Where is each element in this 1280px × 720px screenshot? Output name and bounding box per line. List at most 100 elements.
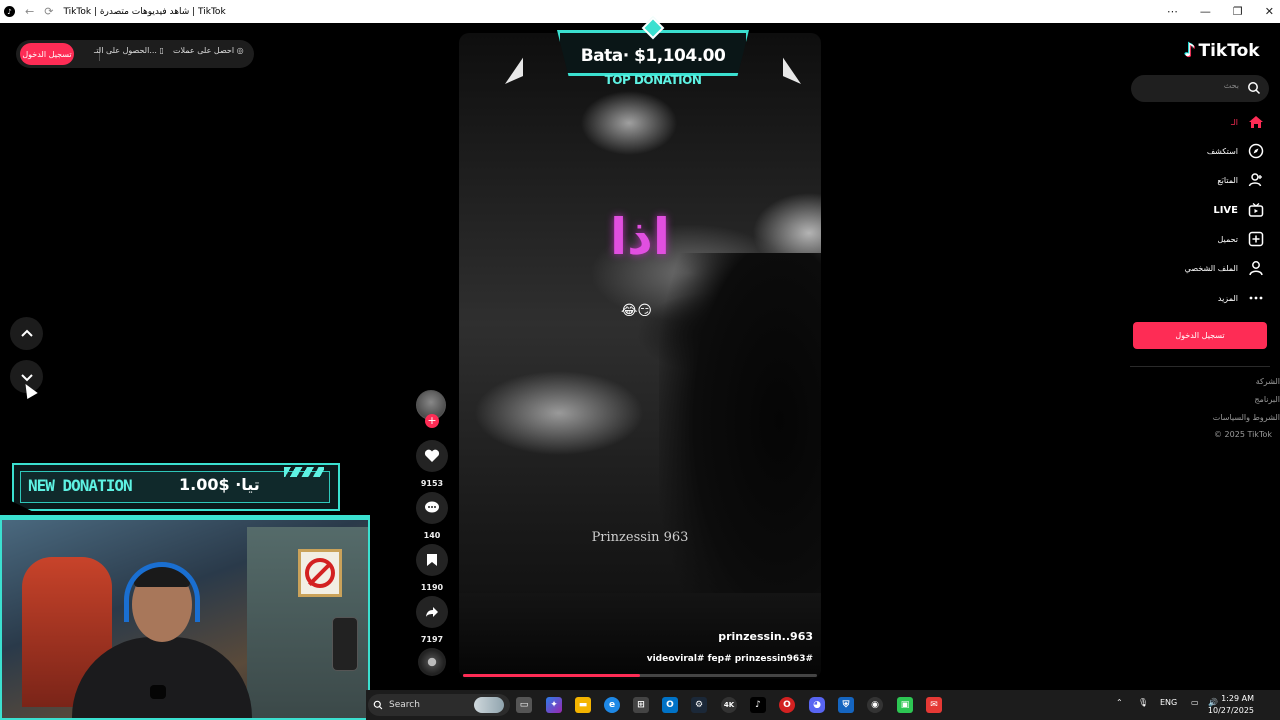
share-count: 7197 (420, 635, 444, 644)
streaming-app-icon[interactable]: ▣ (897, 697, 913, 713)
back-icon[interactable]: ← (25, 5, 34, 18)
wrist-watch (150, 685, 166, 699)
like-action[interactable]: 9153 (416, 440, 448, 488)
new-donation-amount: تيا· $1.00 (179, 475, 260, 494)
tiktok-note-icon: ♪ (1184, 40, 1196, 61)
task-view-icon[interactable]: ▭ (516, 697, 532, 713)
store-icon[interactable]: ⊞ (633, 697, 649, 713)
clock-time: 1:29 AM (1221, 694, 1254, 703)
display-icon[interactable]: ▭ (1191, 698, 1199, 707)
get-app-link[interactable]: الحصول على التـ... ▯ (94, 46, 164, 55)
music-disc-icon[interactable] (418, 648, 446, 676)
heart-icon[interactable] (416, 440, 448, 472)
close-icon[interactable]: ✕ (1265, 5, 1274, 18)
browser-menu-icon[interactable]: ⋯ (1167, 5, 1178, 18)
footer-link-program[interactable]: البرنامج (1254, 395, 1280, 404)
tiktok-task-icon[interactable]: ♪ (750, 697, 766, 713)
footer-link-terms[interactable]: الشروط والسياسات (1213, 413, 1280, 422)
sidebar-divider (1130, 366, 1270, 367)
top-donation-overlay: Bata· $1,104.00 TOP DONATION (505, 16, 801, 92)
video-caption[interactable]: videoviral# fep# prinzessin963# (647, 654, 813, 664)
headset (124, 562, 200, 622)
phone-icon: ▯ (159, 46, 164, 55)
home-icon (1248, 114, 1264, 130)
share-action[interactable]: 7197 (416, 596, 448, 644)
taskbar-search[interactable]: Search (368, 694, 510, 716)
more-icon (1248, 290, 1264, 306)
share-icon[interactable] (416, 596, 448, 628)
top-login-button[interactable]: تسجيل الدخول (20, 43, 74, 65)
chevron-up-icon (20, 329, 33, 337)
sidebar-item-upload[interactable]: تحميل (1218, 229, 1265, 249)
footer-link-company[interactable]: الشركة (1256, 377, 1280, 386)
comment-icon[interactable] (416, 492, 448, 524)
search-input[interactable] (1143, 81, 1239, 90)
sidebar-item-more[interactable]: المزيد (1218, 288, 1264, 308)
sidebar-item-following[interactable]: المتابَع (1217, 170, 1264, 190)
sidebar-item-label: تحميل (1217, 234, 1239, 244)
sidebar-item-profile[interactable]: الملف الشخصي (1185, 258, 1264, 278)
live-icon (1248, 202, 1264, 218)
sidebar-item-label: الملف الشخصي (1184, 263, 1238, 273)
shield-icon[interactable]: ⛨ (838, 697, 854, 713)
opera-gx-icon[interactable]: O (779, 697, 795, 713)
new-donation-label: NEW DONATION (28, 476, 133, 495)
top-actions-bar: تسجيل الدخول الحصول على التـ... ▯ احصل ع… (16, 40, 254, 68)
search-icon[interactable] (1247, 81, 1261, 95)
logo-text: TikTok (1198, 40, 1260, 61)
webcam-feed (0, 515, 370, 720)
compass-icon (1248, 143, 1264, 159)
windows-taskbar: Search ▭ ✦ ▬ e ⊞ O ⚙ 4K ♪ O ◕ ⛨ ◉ ▣ ✉ ⌃ … (366, 690, 1280, 720)
save-count: 1190 (420, 583, 444, 592)
search-highlight-art (474, 697, 504, 713)
tiktok-favicon-icon: ♪ (4, 6, 15, 17)
video-emoji: 😂😏 (621, 303, 652, 319)
minimize-icon[interactable]: — (1200, 5, 1211, 18)
sidebar-item-label: LIVE (1213, 204, 1238, 216)
outlook-icon[interactable]: O (662, 697, 678, 713)
reload-icon[interactable]: ⟳ (44, 5, 53, 18)
get-coins-link[interactable]: احصل على عملات ◎ (173, 46, 244, 55)
following-icon (1248, 172, 1264, 188)
taskbar-search-label: Search (389, 700, 420, 710)
4k-app-icon[interactable]: 4K (721, 697, 737, 713)
search-box[interactable] (1131, 75, 1269, 102)
video-author[interactable]: prinzessin..963 (718, 630, 813, 643)
previous-video-button[interactable] (10, 317, 43, 350)
video-progress-fill (463, 674, 640, 677)
video-progress-bar[interactable] (463, 674, 817, 677)
sidebar-login-button[interactable]: تسجيل الدخول (1133, 322, 1267, 349)
no-smoking-icon (305, 558, 335, 588)
tiktok-logo[interactable]: ♪ TikTok (1184, 40, 1260, 61)
sidebar-item-home[interactable]: الـ (1231, 112, 1264, 132)
profile-icon (1248, 260, 1264, 276)
comment-action[interactable]: 140 (416, 492, 448, 540)
save-action[interactable]: 1190 (416, 544, 448, 592)
bookmark-icon[interactable] (416, 544, 448, 576)
get-coins-label: احصل على عملات (173, 46, 235, 55)
webcam-frame (2, 517, 368, 527)
taskbar-clock[interactable]: 1:29 AM 10/27/2025 (1208, 693, 1254, 717)
discord-icon[interactable]: ◕ (809, 697, 825, 713)
get-app-label: الحصول على التـ... (94, 46, 157, 55)
sidebar-item-label: المتابَع (1217, 175, 1238, 185)
tray-chevron-icon[interactable]: ⌃ (1116, 698, 1123, 707)
file-explorer-icon[interactable]: ▬ (575, 697, 591, 713)
mail-app-icon[interactable]: ✉ (926, 697, 942, 713)
sidebar-item-explore[interactable]: استكشف (1207, 141, 1264, 161)
follow-plus-icon[interactable]: + (425, 414, 439, 428)
coin-icon: ◎ (236, 46, 244, 55)
restore-icon[interactable]: ❐ (1233, 5, 1243, 18)
search-icon (373, 700, 383, 710)
copilot-icon[interactable]: ✦ (546, 697, 562, 713)
sidebar-item-live[interactable]: LIVE (1213, 200, 1264, 220)
overlay-stripes (284, 467, 324, 477)
video-player[interactable]: اذا 😂😏 Prinzessin 963 prinzessin..963 vi… (459, 33, 821, 679)
comment-count: 140 (423, 531, 441, 540)
microphone-icon[interactable]: 🎙 (1138, 698, 1148, 707)
sidebar-item-label: المزيد (1217, 293, 1238, 303)
obs-icon[interactable]: ◉ (867, 697, 883, 713)
edge-icon[interactable]: e (604, 697, 620, 713)
language-indicator[interactable]: ENG (1160, 698, 1177, 707)
steam-icon[interactable]: ⚙ (691, 697, 707, 713)
